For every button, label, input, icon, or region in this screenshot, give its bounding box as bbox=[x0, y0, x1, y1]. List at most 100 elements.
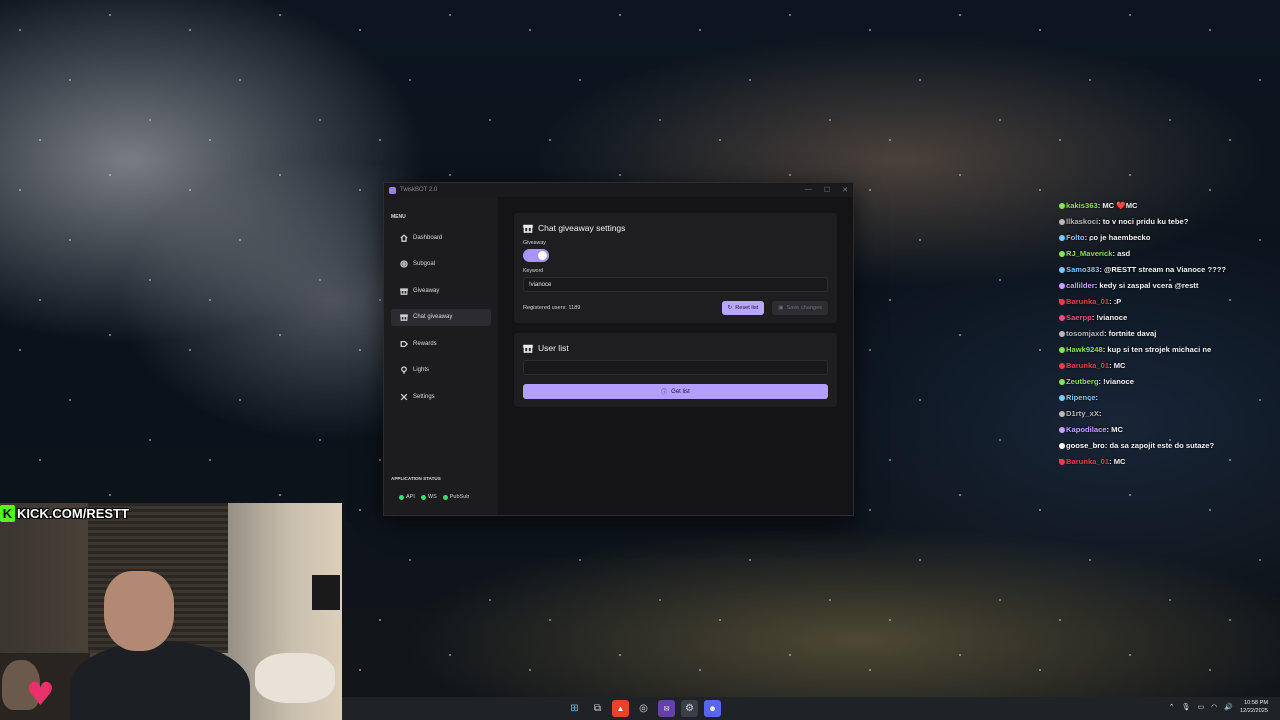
user-list-card: User list ⓘ Get list bbox=[514, 333, 837, 407]
brave-icon[interactable]: ▲ bbox=[612, 700, 629, 717]
sidebar-item-chat-giveaway[interactable]: Chat giveaway bbox=[391, 308, 491, 326]
chat-username: goose_bro bbox=[1066, 440, 1105, 450]
chat-message: tosomjaxd: fortnite davaj bbox=[1059, 329, 1229, 340]
sidebar-item-settings[interactable]: Settings bbox=[391, 389, 491, 406]
reset-list-button[interactable]: ↻ Reset list bbox=[721, 301, 765, 315]
microphone-icon[interactable]: 🎙 bbox=[1182, 703, 1191, 711]
chat-username: Saerpp bbox=[1066, 312, 1092, 322]
chat-message: Ripence: bbox=[1059, 393, 1229, 404]
twitch-icon[interactable]: ✉ bbox=[658, 700, 675, 717]
chat-giveaway-settings-card: Chat giveaway settings Giveaway Keyword … bbox=[514, 213, 837, 323]
chat-message: Folto: co je haembecko bbox=[1059, 233, 1229, 244]
sidebar-item-lights[interactable]: Lights bbox=[391, 362, 491, 379]
monitor-icon[interactable]: ▭ bbox=[1198, 703, 1205, 711]
sidebar-item-subgoal[interactable]: Subgoal bbox=[391, 256, 491, 273]
kick-channel-label: K KICK.COM/RESTT bbox=[0, 505, 129, 522]
volume-icon[interactable]: 🔊 bbox=[1224, 703, 1233, 711]
chat-text: to v noci pridu ku tebe? bbox=[1102, 216, 1189, 226]
windows-icon[interactable]: ⊞ bbox=[566, 700, 583, 717]
sidebar-item-rewards[interactable]: Rewards bbox=[391, 335, 491, 352]
status-api: API bbox=[399, 494, 415, 500]
clock[interactable]: 10:58 PM 12/22/2025 bbox=[1240, 699, 1268, 715]
gift-icon bbox=[523, 344, 533, 353]
chat-username: Hawk9248 bbox=[1066, 344, 1103, 354]
keyword-input[interactable]: !vianoce bbox=[523, 277, 828, 292]
minimize-button[interactable]: — bbox=[805, 186, 812, 194]
main-content: Chat giveaway settings Giveaway Keyword … bbox=[498, 197, 853, 515]
wifi-icon[interactable]: ◠ bbox=[1211, 703, 1217, 711]
discord-icon[interactable]: ☻ bbox=[704, 700, 721, 717]
registered-users-count: Registered users: 1189 bbox=[523, 305, 581, 311]
status-ws: WS bbox=[420, 494, 437, 500]
app-window: TwiskBOT 2.0 — ☐ ✕ MENU Dashboard Subgoa… bbox=[383, 182, 854, 516]
save-icon: ▣ bbox=[778, 305, 784, 311]
chat-message: Barunka_01: :P bbox=[1059, 297, 1229, 308]
taskview-icon[interactable]: ⧉ bbox=[589, 700, 606, 717]
close-button[interactable]: ✕ bbox=[842, 186, 848, 194]
chat-badge-icon bbox=[1059, 218, 1065, 225]
chat-text: MC bbox=[1111, 424, 1123, 434]
save-changes-label: Save changes bbox=[786, 305, 822, 311]
application-status-label: APPLICATION STATUS bbox=[391, 476, 441, 481]
info-icon: ⓘ bbox=[661, 390, 668, 396]
chat-badge-icon bbox=[1059, 458, 1065, 465]
card-title: Chat giveaway settings bbox=[523, 223, 828, 233]
chat-text: MC bbox=[1113, 456, 1126, 466]
user-list-title: User list bbox=[538, 343, 569, 353]
giveaway-toggle[interactable] bbox=[523, 249, 549, 262]
tools-icon bbox=[400, 393, 408, 401]
status-dot-icon bbox=[399, 494, 404, 500]
bulb-icon bbox=[401, 366, 407, 375]
sidebar-item-label: Giveaway bbox=[413, 287, 440, 294]
chevron-up-icon[interactable]: ⌃ bbox=[1169, 703, 1175, 711]
chat-message: D1rty_xX: bbox=[1059, 409, 1229, 420]
chat-username: Kapodilace bbox=[1066, 424, 1107, 434]
user-list-box[interactable] bbox=[523, 360, 828, 375]
get-list-button[interactable]: ⓘ Get list bbox=[523, 384, 828, 399]
chat-message: Kapodilace: MC bbox=[1059, 425, 1229, 436]
chat-message: callilder: kedy si zaspal vcera @restt bbox=[1059, 281, 1229, 292]
chat-text: MC ❤️MC bbox=[1102, 201, 1138, 210]
chat-message: RJ_Maverick: asd bbox=[1059, 249, 1229, 260]
titlebar[interactable]: TwiskBOT 2.0 — ☐ ✕ bbox=[384, 183, 853, 197]
chat-username: Barunka_01 bbox=[1066, 456, 1110, 466]
sidebar-item-giveaway[interactable]: Giveaway bbox=[391, 282, 491, 299]
chat-separator: : bbox=[1098, 408, 1102, 418]
chat-text: kedy si zaspal vcera @restt bbox=[1099, 280, 1199, 290]
chat-text: asd bbox=[1117, 248, 1131, 258]
clock-date: 12/22/2025 bbox=[1240, 708, 1268, 714]
chat-username: callilder bbox=[1066, 280, 1095, 290]
reset-list-label: Reset list bbox=[735, 305, 759, 311]
chat-username: Ripence bbox=[1066, 392, 1096, 402]
system-tray: ⌃ 🎙 ▭ ◠ 🔊 10:58 PM 12/22/2025 bbox=[1169, 699, 1268, 715]
chat-badge-icon bbox=[1059, 362, 1065, 369]
sidebar-item-label: Chat giveaway bbox=[413, 314, 453, 321]
app-logo-icon bbox=[389, 186, 396, 194]
menu-label: MENU bbox=[391, 214, 406, 220]
chat-message: Hawk9248: kup si ten strojek michaci ne bbox=[1059, 345, 1229, 356]
chat-message: Saerpp: !vianoce bbox=[1059, 313, 1229, 324]
settings-title: Chat giveaway settings bbox=[538, 223, 626, 233]
steam-icon[interactable]: ⚙ bbox=[681, 700, 698, 717]
save-changes-button[interactable]: ▣ Save changes bbox=[772, 301, 828, 315]
chat-username: llkaskoci bbox=[1066, 216, 1099, 226]
kick-url: KICK.COM/RESTT bbox=[17, 506, 129, 521]
chat-badge-icon bbox=[1059, 442, 1065, 449]
chat-message: Barunka_01: MC bbox=[1059, 361, 1229, 372]
taskbar-apps: ⊞ ⧉ ▲ ◎ ✉ ⚙ ☻ bbox=[566, 700, 721, 717]
chat-username: tosomjaxd bbox=[1066, 328, 1104, 338]
chat-username: Samo383 bbox=[1066, 264, 1100, 274]
sidebar-item-dashboard[interactable]: Dashboard bbox=[391, 229, 491, 246]
chat-badge-icon bbox=[1059, 250, 1065, 257]
chat-username: Folto bbox=[1066, 232, 1085, 242]
chrome-icon[interactable]: ◎ bbox=[635, 700, 652, 717]
maximize-button[interactable]: ☐ bbox=[824, 186, 830, 194]
plush-pillow bbox=[255, 653, 335, 703]
chat-badge-icon bbox=[1059, 266, 1065, 273]
chat-badge-icon bbox=[1059, 394, 1065, 401]
reward-icon bbox=[400, 340, 408, 347]
kick-logo-icon: K bbox=[0, 505, 15, 522]
app-title: TwiskBOT 2.0 bbox=[400, 187, 438, 193]
taskbar: ⊞ ⧉ ▲ ◎ ✉ ⚙ ☻ ⌃ 🎙 ▭ ◠ 🔊 10:58 PM 12/22/2… bbox=[342, 697, 1280, 720]
chat-badge-icon bbox=[1059, 378, 1065, 385]
